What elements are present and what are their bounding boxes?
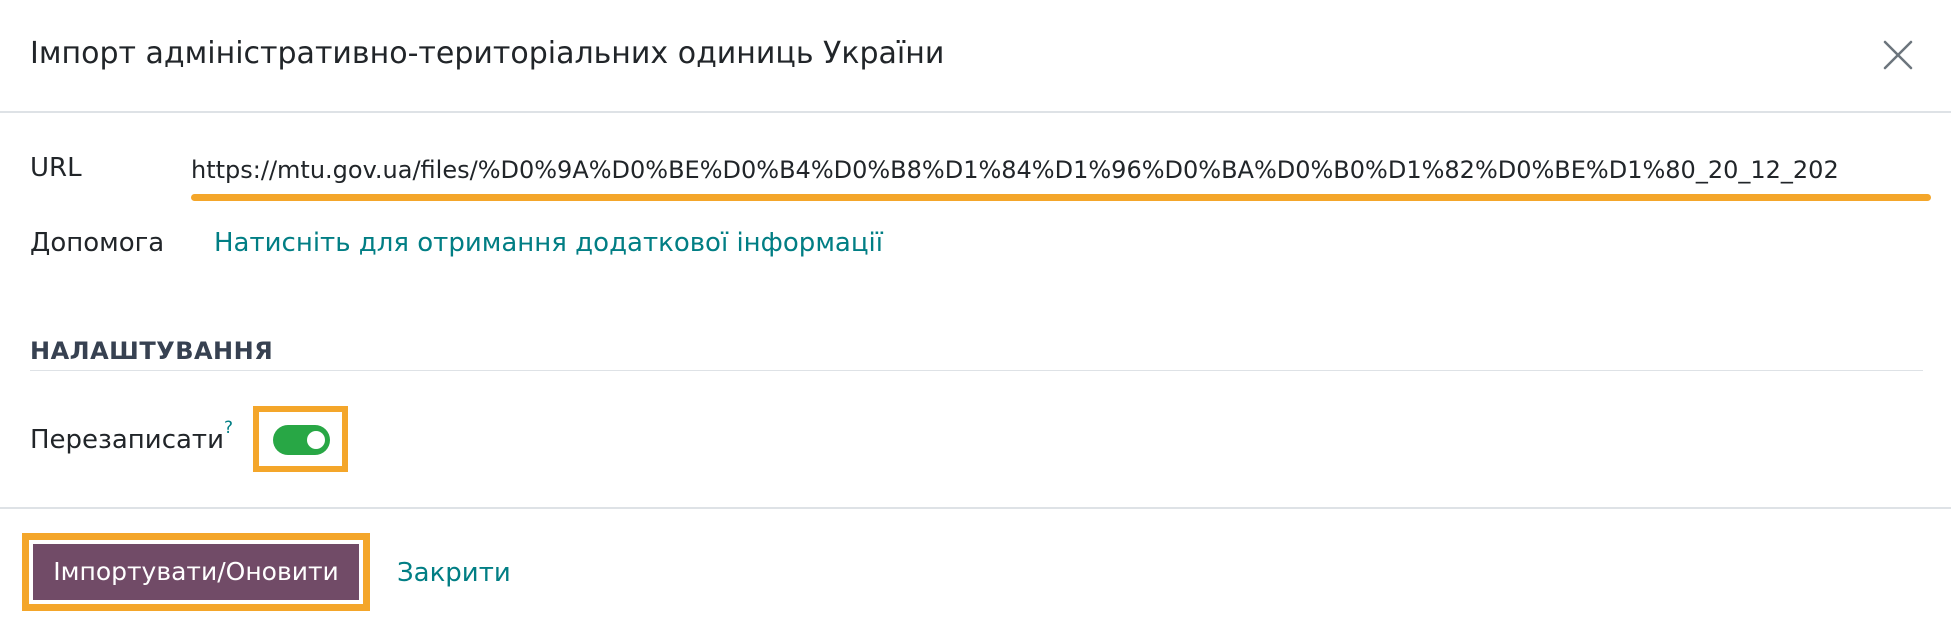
overwrite-label: Перезаписати bbox=[30, 425, 224, 455]
dialog-header: Імпорт адміністративно-територіальних од… bbox=[0, 0, 1951, 113]
import-dialog: Імпорт адміністративно-територіальних од… bbox=[0, 0, 1951, 629]
section-divider bbox=[30, 370, 1923, 371]
help-link[interactable]: Натисніть для отримання додаткової інфор… bbox=[214, 226, 883, 260]
close-icon bbox=[1883, 40, 1913, 70]
import-update-button[interactable]: Імпортувати/Оновити bbox=[33, 544, 359, 600]
settings-section-title: НАЛАШТУВАННЯ bbox=[30, 337, 274, 365]
close-button[interactable] bbox=[1881, 38, 1915, 72]
dialog-title: Імпорт адміністративно-територіальних од… bbox=[30, 36, 945, 71]
close-dialog-button[interactable]: Закрити bbox=[397, 556, 511, 590]
url-label: URL bbox=[30, 153, 82, 183]
overwrite-toggle[interactable] bbox=[273, 425, 330, 455]
url-field-wrapper bbox=[191, 148, 1931, 201]
url-input[interactable] bbox=[191, 148, 1927, 192]
url-underline bbox=[191, 194, 1931, 201]
help-label: Допомога bbox=[30, 228, 165, 258]
toggle-knob bbox=[307, 431, 325, 449]
overwrite-help-tooltip[interactable]: ? bbox=[224, 418, 233, 438]
